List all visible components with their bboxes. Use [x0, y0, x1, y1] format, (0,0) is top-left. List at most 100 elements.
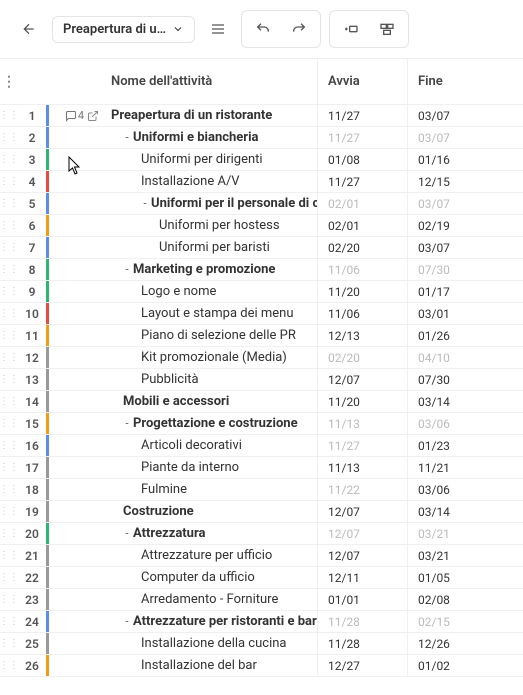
table-row[interactable]: ⋮⋮9Logo e nome11/2001/17	[0, 281, 523, 303]
drag-handle[interactable]: ⋮⋮	[0, 633, 18, 654]
drag-handle[interactable]: ⋮⋮	[0, 369, 18, 390]
table-row[interactable]: ⋮⋮4Installazione A/V11/2712/15	[0, 171, 523, 193]
table-row[interactable]: ⋮⋮17Piante da interno11/1311/21	[0, 457, 523, 479]
start-date-cell[interactable]: 12/07	[317, 369, 407, 390]
end-date-cell[interactable]: 11/21	[407, 457, 497, 478]
table-row[interactable]: ⋮⋮22Computer da ufficio12/1101/05	[0, 567, 523, 589]
end-date-cell[interactable]: 01/23	[407, 435, 497, 456]
drag-handle[interactable]: ⋮⋮	[0, 457, 18, 478]
collapse-caret-icon[interactable]: -	[123, 615, 131, 628]
redo-button[interactable]	[284, 14, 314, 44]
drag-handle[interactable]: ⋮⋮	[0, 171, 18, 192]
task-name-cell[interactable]: Logo e nome	[107, 281, 317, 302]
header-start[interactable]: Avvia	[317, 59, 407, 104]
start-date-cell[interactable]: 02/20	[317, 237, 407, 258]
task-name-cell[interactable]: -Progettazione e costruzione	[107, 413, 317, 434]
start-date-cell[interactable]: 11/28	[317, 633, 407, 654]
layout-button[interactable]	[372, 14, 402, 44]
start-date-cell[interactable]: 02/01	[317, 193, 407, 214]
table-row[interactable]: ⋮⋮15-Progettazione e costruzione11/1303/…	[0, 413, 523, 435]
drag-handle[interactable]: ⋮⋮	[0, 105, 18, 126]
table-row[interactable]: ⋮⋮23Arredamento - Forniture01/0102/08	[0, 589, 523, 611]
start-date-cell[interactable]: 12/11	[317, 567, 407, 588]
task-name-cell[interactable]: Uniformi per baristi	[107, 237, 317, 258]
table-row[interactable]: ⋮⋮6Uniformi per hostess02/0102/19	[0, 215, 523, 237]
table-row[interactable]: ⋮⋮5-Uniformi per il personale di cucina0…	[0, 193, 523, 215]
end-date-cell[interactable]: 02/08	[407, 589, 497, 610]
back-button[interactable]	[14, 14, 44, 44]
header-name[interactable]: Nome dell'attività	[107, 59, 317, 104]
end-date-cell[interactable]: 01/17	[407, 281, 497, 302]
end-date-cell[interactable]: 03/07	[407, 105, 497, 126]
end-date-cell[interactable]: 04/10	[407, 347, 497, 368]
collapse-caret-icon[interactable]: -	[141, 197, 149, 210]
task-name-cell[interactable]: Computer da ufficio	[107, 567, 317, 588]
task-name-cell[interactable]: Piano di selezione delle PR	[107, 325, 317, 346]
start-date-cell[interactable]: 12/07	[317, 523, 407, 544]
table-row[interactable]: ⋮⋮20-Attrezzatura12/0703/21	[0, 523, 523, 545]
start-date-cell[interactable]: 01/01	[317, 589, 407, 610]
collapse-caret-icon[interactable]: -	[123, 417, 131, 430]
drag-handle[interactable]: ⋮⋮	[0, 655, 18, 676]
task-name-cell[interactable]: Uniformi per hostess	[107, 215, 317, 236]
task-name-cell[interactable]: Preapertura di un ristorante	[107, 105, 317, 126]
drag-handle[interactable]: ⋮⋮	[0, 259, 18, 280]
table-row[interactable]: ⋮⋮10Layout e stampa dei menu11/0603/01	[0, 303, 523, 325]
table-row[interactable]: ⋮⋮12Kit promozionale (Media)02/2004/10	[0, 347, 523, 369]
drag-handle[interactable]: ⋮⋮	[0, 303, 18, 324]
drag-handle[interactable]: ⋮⋮	[0, 391, 18, 412]
insert-button[interactable]	[336, 14, 366, 44]
end-date-cell[interactable]: 12/26	[407, 633, 497, 654]
end-date-cell[interactable]: 03/14	[407, 501, 497, 522]
start-date-cell[interactable]: 12/13	[317, 325, 407, 346]
task-name-cell[interactable]: Uniformi per dirigenti	[107, 149, 317, 170]
table-row[interactable]: ⋮⋮18Fulmine11/2203/06	[0, 479, 523, 501]
start-date-cell[interactable]: 02/01	[317, 215, 407, 236]
end-date-cell[interactable]: 03/07	[407, 193, 497, 214]
start-date-cell[interactable]: 11/20	[317, 281, 407, 302]
start-date-cell[interactable]: 12/07	[317, 545, 407, 566]
start-date-cell[interactable]: 11/13	[317, 413, 407, 434]
end-date-cell[interactable]: 01/05	[407, 567, 497, 588]
collapse-caret-icon[interactable]: -	[123, 527, 131, 540]
task-name-cell[interactable]: Piante da interno	[107, 457, 317, 478]
table-row[interactable]: ⋮⋮2-Uniformi e biancheria11/2703/07	[0, 127, 523, 149]
task-name-cell[interactable]: -Attrezzature per ristoranti e bar	[107, 611, 317, 632]
drag-handle[interactable]: ⋮⋮	[0, 237, 18, 258]
start-date-cell[interactable]: 11/27	[317, 127, 407, 148]
drag-handle[interactable]: ⋮⋮	[0, 215, 18, 236]
drag-handle[interactable]: ⋮⋮	[0, 413, 18, 434]
end-date-cell[interactable]: 01/02	[407, 655, 497, 676]
drag-handle[interactable]: ⋮⋮	[0, 347, 18, 368]
undo-button[interactable]	[248, 14, 278, 44]
table-row[interactable]: ⋮⋮26Installazione del bar12/2701/02	[0, 655, 523, 677]
task-name-cell[interactable]: Installazione del bar	[107, 655, 317, 676]
header-end[interactable]: Fine	[407, 59, 497, 104]
drag-handle[interactable]: ⋮⋮	[0, 193, 18, 214]
end-date-cell[interactable]: 07/30	[407, 259, 497, 280]
end-date-cell[interactable]: 03/21	[407, 545, 497, 566]
task-name-cell[interactable]: Installazione della cucina	[107, 633, 317, 654]
end-date-cell[interactable]: 03/14	[407, 391, 497, 412]
task-name-cell[interactable]: Costruzione	[107, 501, 317, 522]
comment-badge[interactable]: 4	[65, 109, 84, 122]
task-name-cell[interactable]: Layout e stampa dei menu	[107, 303, 317, 324]
start-date-cell[interactable]: 11/06	[317, 303, 407, 324]
task-name-cell[interactable]: -Marketing e promozione	[107, 259, 317, 280]
header-menu-button[interactable]: ⋮	[0, 59, 18, 104]
end-date-cell[interactable]: 02/15	[407, 611, 497, 632]
drag-handle[interactable]: ⋮⋮	[0, 545, 18, 566]
start-date-cell[interactable]: 11/13	[317, 457, 407, 478]
task-name-cell[interactable]: Installazione A/V	[107, 171, 317, 192]
menu-button[interactable]	[203, 14, 233, 44]
end-date-cell[interactable]: 03/06	[407, 479, 497, 500]
table-row[interactable]: ⋮⋮8-Marketing e promozione11/0607/30	[0, 259, 523, 281]
table-row[interactable]: ⋮⋮14Preapertura di un ristorante11/2703/…	[0, 105, 523, 127]
table-row[interactable]: ⋮⋮19Costruzione12/0703/14	[0, 501, 523, 523]
end-date-cell[interactable]: 01/16	[407, 149, 497, 170]
task-name-cell[interactable]: Mobili e accessori	[107, 391, 317, 412]
task-name-cell[interactable]: Fulmine	[107, 479, 317, 500]
table-row[interactable]: ⋮⋮21Attrezzature per ufficio12/0703/21	[0, 545, 523, 567]
end-date-cell[interactable]: 01/26	[407, 325, 497, 346]
task-name-cell[interactable]: Arredamento - Forniture	[107, 589, 317, 610]
